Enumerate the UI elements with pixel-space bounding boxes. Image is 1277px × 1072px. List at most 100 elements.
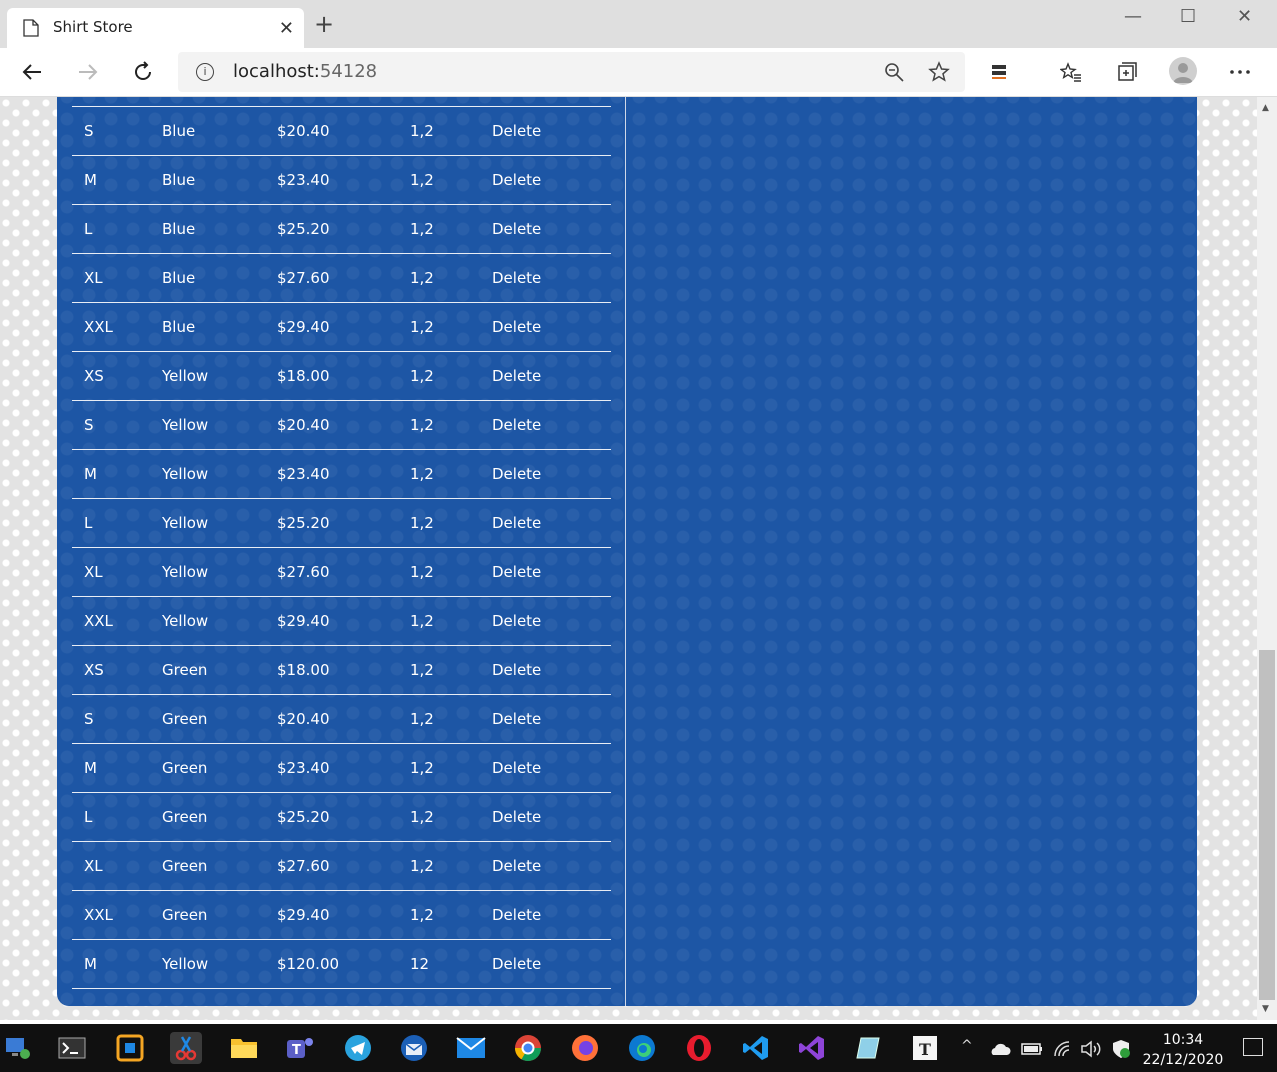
- edge-icon[interactable]: [626, 1032, 658, 1064]
- teams-icon[interactable]: T: [284, 1032, 316, 1064]
- windows-taskbar: T T ^ 10:34 22/12/2020: [0, 1024, 1277, 1072]
- svg-text:T: T: [919, 1040, 931, 1059]
- profile-avatar-icon[interactable]: [1169, 57, 1197, 85]
- notification-center-icon[interactable]: [1243, 1038, 1263, 1056]
- mail-icon[interactable]: [455, 1032, 487, 1064]
- scroll-down-icon[interactable]: ▼: [1262, 1004, 1269, 1014]
- delete-link[interactable]: Delete: [492, 416, 541, 434]
- delete-link[interactable]: Delete: [492, 318, 541, 336]
- vscode-icon[interactable]: [740, 1032, 772, 1064]
- delete-link[interactable]: Delete: [492, 808, 541, 826]
- thunderbird-icon[interactable]: [398, 1032, 430, 1064]
- size-cell: XL: [84, 269, 103, 287]
- more-menu-icon[interactable]: [1228, 60, 1252, 84]
- site-info-icon[interactable]: i: [196, 63, 214, 81]
- security-shield-icon[interactable]: [1111, 1039, 1131, 1059]
- collections-icon[interactable]: [1115, 60, 1139, 84]
- telegram-icon[interactable]: [342, 1032, 374, 1064]
- snipping-tool-icon[interactable]: [170, 1032, 202, 1064]
- visual-studio-icon[interactable]: [796, 1032, 828, 1064]
- volume-icon[interactable]: [1080, 1040, 1102, 1058]
- quantity-cell: 1,2: [410, 857, 434, 875]
- wifi-icon[interactable]: [1053, 1040, 1073, 1058]
- opera-icon[interactable]: [683, 1032, 715, 1064]
- panel-divider: [625, 97, 626, 1006]
- zoom-icon[interactable]: [882, 60, 906, 84]
- table-row: S Green $20.40 1,2 Delete: [72, 694, 611, 744]
- price-cell: $25.20: [277, 220, 330, 238]
- forward-button[interactable]: [74, 58, 102, 86]
- price-cell: $120.00: [277, 955, 340, 973]
- size-cell: L: [84, 220, 93, 238]
- maximize-button[interactable]: ☐: [1180, 6, 1196, 27]
- size-cell: S: [84, 122, 94, 140]
- delete-link[interactable]: Delete: [492, 661, 541, 679]
- table-row: XL Blue $27.60 1,2 Delete: [72, 253, 611, 303]
- refresh-button[interactable]: [129, 58, 157, 86]
- delete-link[interactable]: Delete: [492, 465, 541, 483]
- delete-link[interactable]: Delete: [492, 612, 541, 630]
- delete-link[interactable]: Delete: [492, 514, 541, 532]
- delete-link[interactable]: Delete: [492, 955, 541, 973]
- tab-close-icon[interactable]: ✕: [279, 18, 294, 39]
- size-cell: M: [84, 171, 97, 189]
- quantity-cell: 1,2: [410, 514, 434, 532]
- delete-link[interactable]: Delete: [492, 122, 541, 140]
- browser-toolbar: i localhost:54128: [0, 48, 1277, 97]
- scroll-thumb[interactable]: [1259, 650, 1275, 1000]
- delete-link[interactable]: Delete: [492, 220, 541, 238]
- color-cell: Yellow: [162, 465, 209, 483]
- new-tab-button[interactable]: +: [314, 12, 334, 36]
- teamviewer-icon[interactable]: [114, 1032, 146, 1064]
- price-cell: $29.40: [277, 612, 330, 630]
- color-cell: Green: [162, 906, 208, 924]
- typora-icon[interactable]: T: [909, 1032, 941, 1064]
- browser-tab[interactable]: Shirt Store ✕: [7, 8, 304, 48]
- vertical-scrollbar[interactable]: ▲ ▼: [1257, 97, 1277, 1020]
- clock-time: 10:34: [1162, 1032, 1204, 1048]
- size-cell: M: [84, 465, 97, 483]
- extension-icon[interactable]: [987, 60, 1011, 84]
- delete-link[interactable]: Delete: [492, 710, 541, 728]
- minimize-button[interactable]: —: [1124, 6, 1142, 27]
- table-row: L Blue $25.20 1,2 Delete: [72, 204, 611, 254]
- favorites-icon[interactable]: [1059, 60, 1083, 84]
- scroll-up-icon[interactable]: ▲: [1262, 103, 1269, 113]
- show-hidden-icons-icon[interactable]: ^: [961, 1038, 973, 1054]
- delete-link[interactable]: Delete: [492, 906, 541, 924]
- chrome-icon[interactable]: [512, 1032, 544, 1064]
- browser-titlebar: Shirt Store ✕ + — ☐ ✕: [0, 0, 1277, 48]
- onedrive-icon[interactable]: [989, 1042, 1011, 1056]
- size-cell: M: [84, 955, 97, 973]
- delete-link[interactable]: Delete: [492, 759, 541, 777]
- back-button[interactable]: [18, 58, 46, 86]
- delete-link[interactable]: Delete: [492, 171, 541, 189]
- file-explorer-icon[interactable]: [228, 1032, 260, 1064]
- system-clock[interactable]: 10:34 22/12/2020: [1138, 1030, 1228, 1070]
- firefox-icon[interactable]: [569, 1032, 601, 1064]
- size-cell: XXL: [84, 318, 113, 336]
- favorite-star-icon[interactable]: [927, 60, 951, 84]
- address-bar[interactable]: i localhost:54128: [178, 52, 965, 92]
- clock-date: 22/12/2020: [1142, 1052, 1224, 1068]
- price-cell: $29.40: [277, 906, 330, 924]
- address-url[interactable]: localhost:54128: [233, 61, 377, 82]
- delete-link[interactable]: Delete: [492, 563, 541, 581]
- quantity-cell: 1,2: [410, 416, 434, 434]
- table-row: M Yellow $120.00 12 Delete: [72, 939, 611, 989]
- size-cell: S: [84, 710, 94, 728]
- close-window-button[interactable]: ✕: [1237, 6, 1252, 27]
- start-icon[interactable]: [2, 1032, 34, 1064]
- size-cell: XL: [84, 857, 103, 875]
- terminal-icon[interactable]: [56, 1032, 88, 1064]
- notepad-icon[interactable]: [853, 1032, 885, 1064]
- table-row: XS Green $18.00 1,2 Delete: [72, 645, 611, 695]
- page-background: S Blue $20.40 1,2 Delete M Blue $23.40 1,2 Delete…: [0, 97, 1257, 1020]
- delete-link[interactable]: Delete: [492, 269, 541, 287]
- quantity-cell: 1,2: [410, 710, 434, 728]
- size-cell: L: [84, 808, 93, 826]
- battery-icon[interactable]: [1021, 1042, 1043, 1056]
- delete-link[interactable]: Delete: [492, 857, 541, 875]
- delete-link[interactable]: Delete: [492, 367, 541, 385]
- table-row: XXL Blue $29.40 1,2 Delete: [72, 302, 611, 352]
